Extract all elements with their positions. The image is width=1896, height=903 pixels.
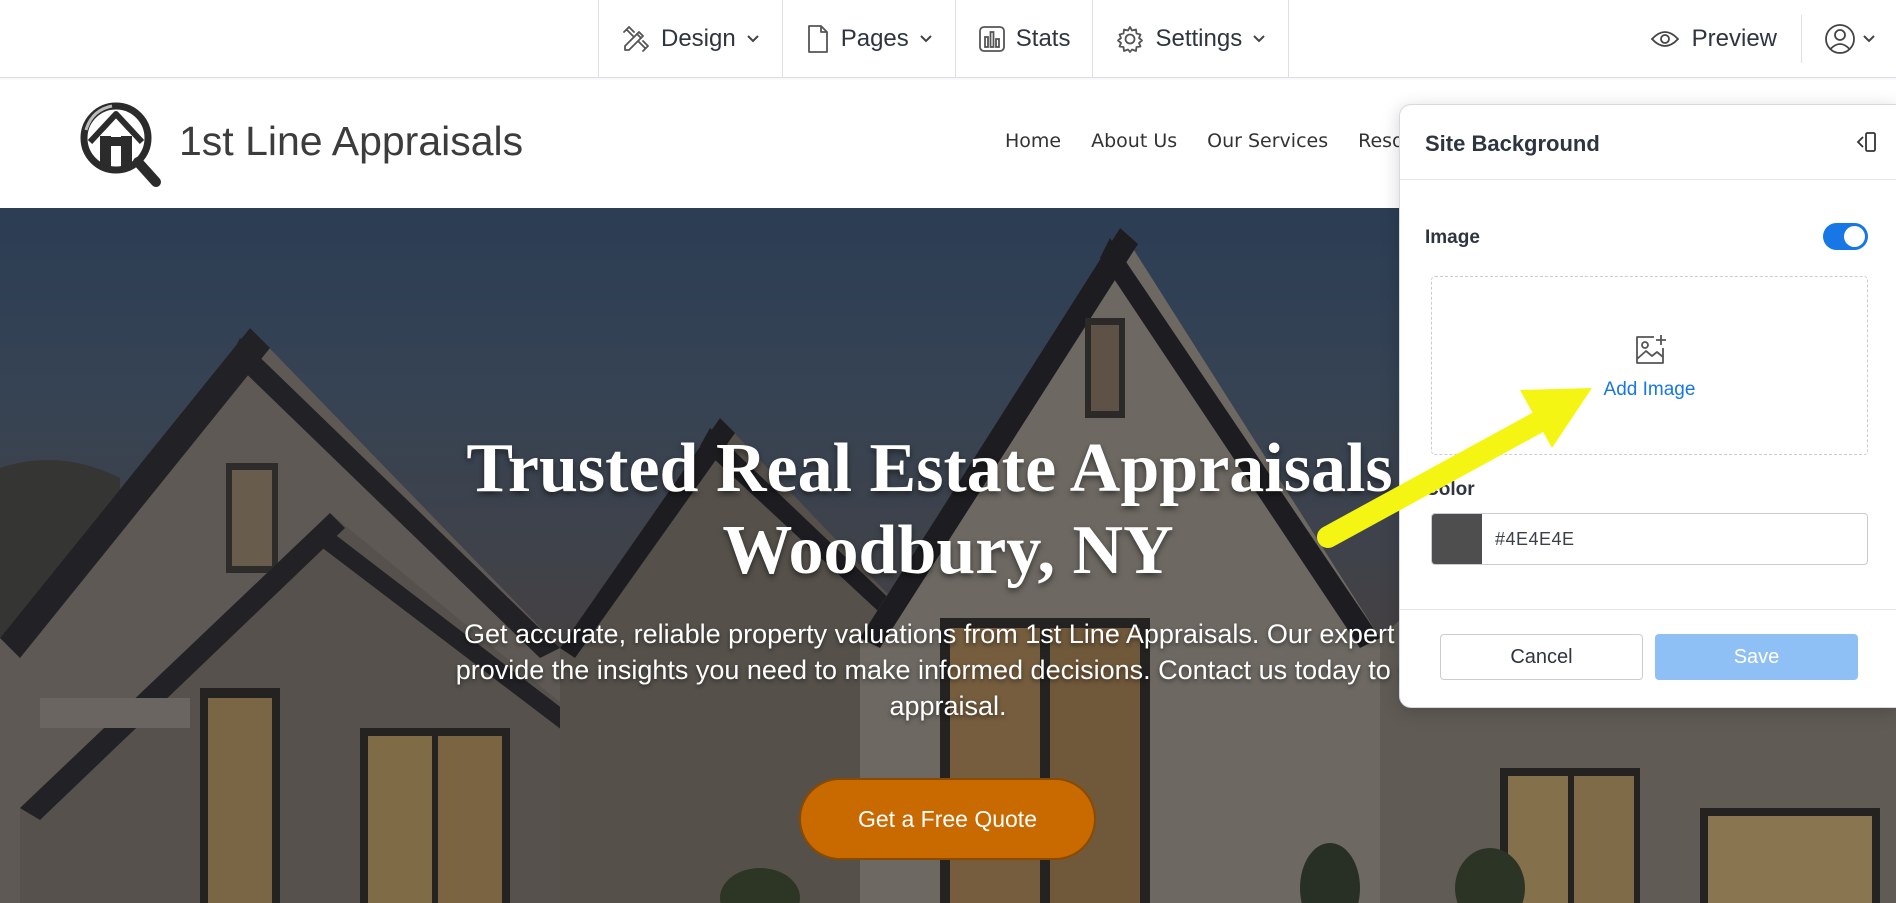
image-toggle[interactable] <box>1823 223 1868 250</box>
hero-subtitle-line-2: provide the insights you need to make in… <box>455 655 1441 685</box>
user-avatar-icon <box>1825 23 1855 54</box>
settings-menu-label: Settings <box>1155 24 1243 52</box>
color-label: Color <box>1425 479 1475 500</box>
chevron-down-icon <box>1863 34 1875 42</box>
panel-footer: Cancel Save <box>1400 609 1896 708</box>
account-menu-button[interactable] <box>1802 23 1896 55</box>
site-title[interactable]: 1st Line Appraisals <box>179 118 523 165</box>
hero-subtitle-line-3: appraisal. <box>889 691 1007 721</box>
add-image-dropzone[interactable]: Add Image <box>1431 276 1868 455</box>
pages-menu-button[interactable]: Pages <box>783 0 956 77</box>
collapse-panel-icon[interactable] <box>1855 131 1877 153</box>
hero-subtitle-line-1: Get accurate, reliable property valuatio… <box>464 619 1432 649</box>
hero-subtitle: Get accurate, reliable property valuatio… <box>340 616 1556 724</box>
nav-item-about-us[interactable]: About Us <box>1091 130 1177 152</box>
page-icon <box>807 24 828 53</box>
toolbar-right: Preview <box>1626 0 1896 77</box>
chevron-down-icon <box>747 34 759 42</box>
settings-menu-button[interactable]: Settings <box>1093 0 1290 77</box>
house-magnifier-logo <box>80 102 161 187</box>
preview-button[interactable]: Preview <box>1626 14 1802 63</box>
nav-item-home[interactable]: Home <box>1005 130 1061 152</box>
add-image-icon <box>1636 335 1666 364</box>
preview-label: Preview <box>1691 24 1777 52</box>
design-menu-label: Design <box>661 24 736 52</box>
color-hex-input[interactable]: #4E4E4E <box>1482 514 1867 564</box>
nav-item-our-services[interactable]: Our Services <box>1207 130 1328 152</box>
color-field[interactable]: #4E4E4E <box>1431 513 1868 565</box>
toolbar-menu-group: Design Pages Stats Settings <box>598 0 1290 77</box>
design-menu-button[interactable]: Design <box>599 0 783 77</box>
stats-label: Stats <box>1015 24 1071 52</box>
eye-icon <box>1650 30 1679 47</box>
gear-icon <box>1117 25 1144 53</box>
site-background-panel: Site Background Image Add Image Color #4… <box>1399 104 1896 708</box>
site-nav: Home About Us Our Services Resour <box>1005 130 1424 152</box>
get-free-quote-button[interactable]: Get a Free Quote <box>799 778 1096 860</box>
image-label: Image <box>1425 227 1480 248</box>
cancel-button[interactable]: Cancel <box>1440 634 1643 680</box>
design-tools-icon <box>623 25 649 52</box>
editor-toolbar: Design Pages Stats Settings Preview <box>0 0 1896 78</box>
chevron-down-icon <box>920 34 932 42</box>
color-swatch[interactable] <box>1432 514 1482 564</box>
chevron-down-icon <box>1253 34 1265 42</box>
stats-chart-icon <box>978 25 1005 52</box>
stats-button[interactable]: Stats <box>956 0 1094 77</box>
add-image-link[interactable]: Add Image <box>1432 379 1867 401</box>
save-button[interactable]: Save <box>1655 634 1858 680</box>
panel-header: Site Background <box>1400 105 1896 180</box>
pages-menu-label: Pages <box>840 24 909 52</box>
panel-title: Site Background <box>1425 131 1600 156</box>
